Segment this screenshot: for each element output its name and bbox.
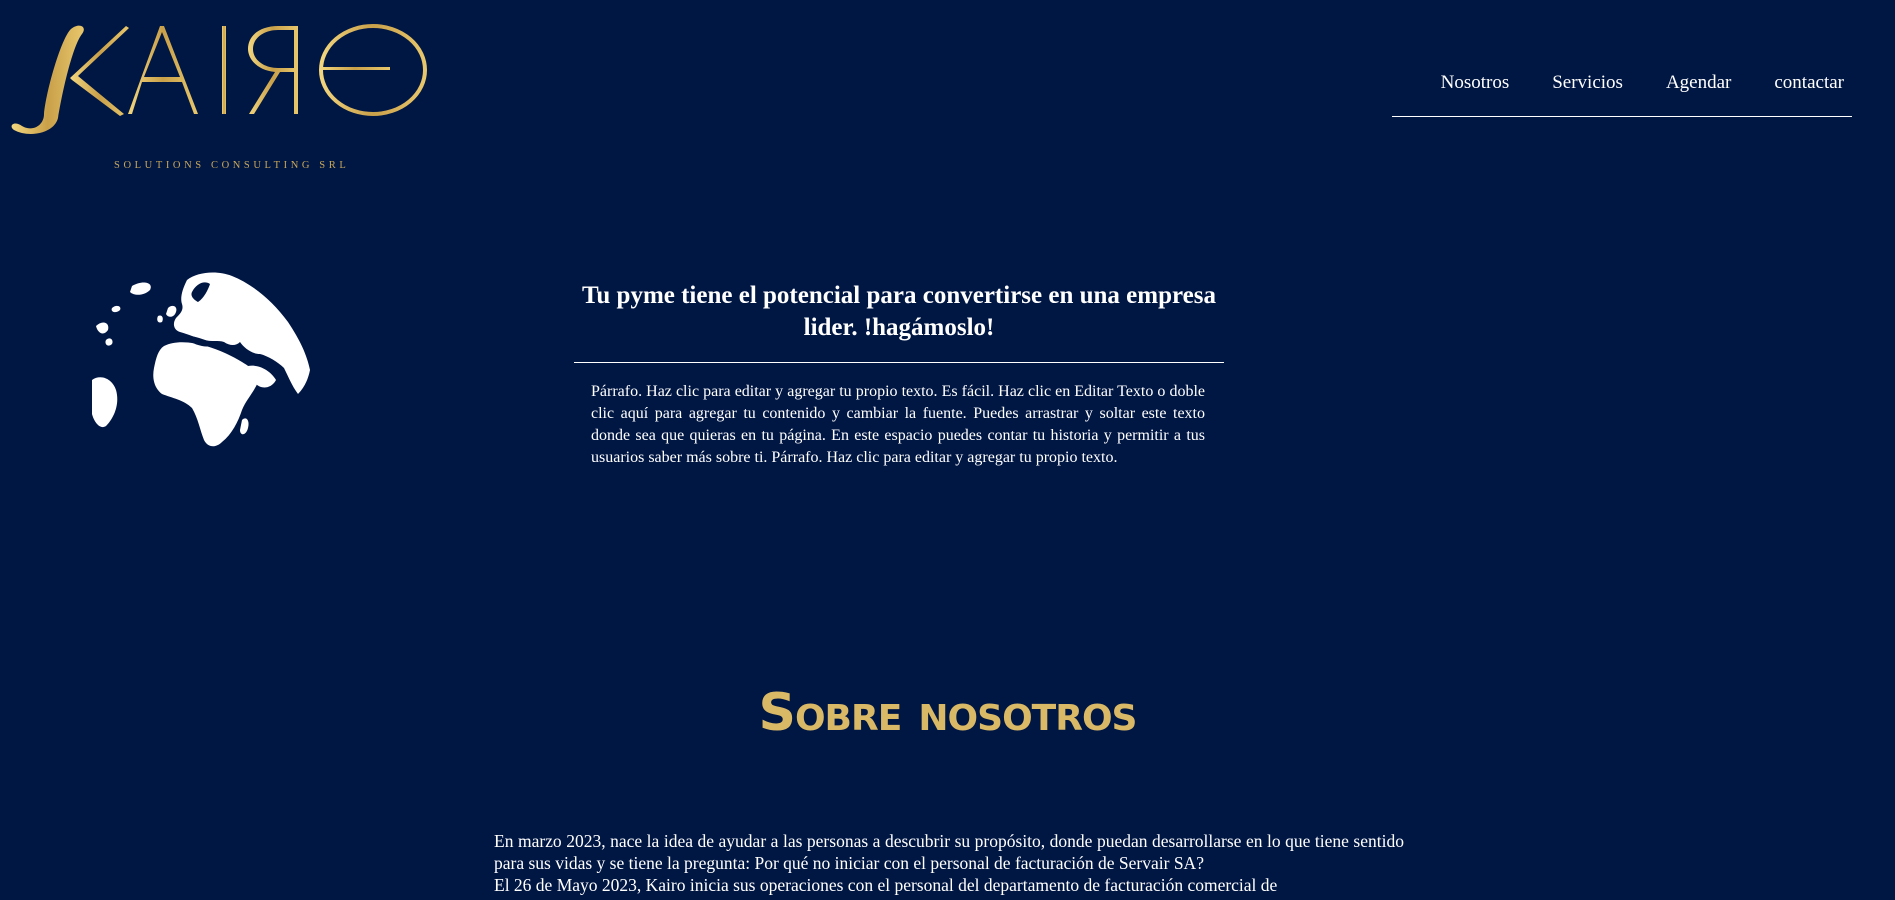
globe-icon bbox=[92, 270, 314, 455]
nav-item-servicios[interactable]: Servicios bbox=[1552, 70, 1623, 96]
about-paragraph-1: En marzo 2023, nace la idea de ayudar a … bbox=[494, 831, 1404, 873]
hero-title: Tu pyme tiene el potencial para converti… bbox=[582, 282, 1216, 341]
logo-tagline: SOLUTIONS CONSULTING SRL bbox=[114, 160, 350, 171]
kairo-logo[interactable]: SOLUTIONS CONSULTING SRL bbox=[8, 22, 428, 171]
nav-item-nosotros[interactable]: Nosotros bbox=[1441, 70, 1510, 96]
nav-item-agendar[interactable]: Agendar bbox=[1666, 70, 1731, 96]
nav-item-contactar[interactable]: contactar bbox=[1774, 70, 1844, 96]
about-text: En marzo 2023, nace la idea de ayudar a … bbox=[494, 830, 1404, 896]
hero-paragraph: Párrafo. Haz clic para editar y agregar … bbox=[591, 383, 1205, 466]
hero-divider bbox=[574, 362, 1224, 363]
about-title: Sobre nosotros bbox=[758, 683, 1138, 743]
main-nav: Nosotros Servicios Agendar contactar bbox=[1392, 70, 1852, 117]
kairo-logo-mark bbox=[11, 24, 427, 134]
about-paragraph-2: El 26 de Mayo 2023, Kairo inicia sus ope… bbox=[494, 875, 1278, 895]
